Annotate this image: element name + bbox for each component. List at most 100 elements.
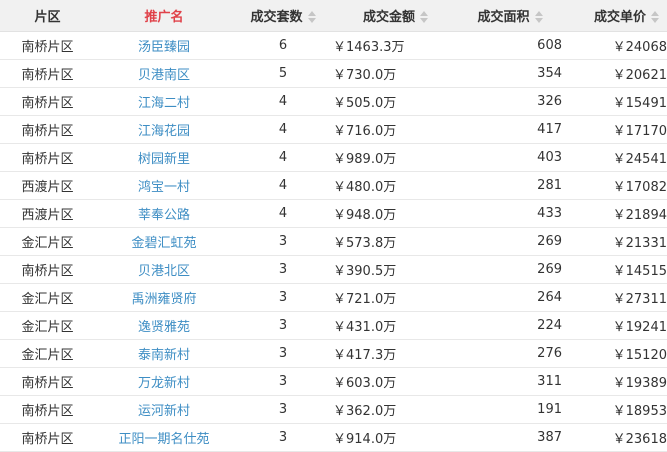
cell-area: 224 (458, 311, 562, 340)
transactions-table: 片区 推广名 成交套数 成交金额 成交面积 成交单价 南桥片区 汤臣臻园 6 ￥146… (0, 0, 667, 452)
cell-amount: ￥362.0万 (333, 395, 458, 424)
table-row: 南桥片区 树园新里 4 ￥989.0万 403 ￥24541 (0, 143, 667, 172)
table-row: 南桥片区 万龙新村 3 ￥603.0万 311 ￥19389 (0, 367, 667, 396)
community-link[interactable]: 正阳一期名仕苑 (118, 432, 209, 447)
cell-price: ￥24068 (562, 31, 667, 60)
column-header-district: 片区 (0, 0, 95, 31)
cell-count: 4 (233, 199, 333, 228)
cell-area: 276 (458, 339, 562, 368)
cell-price: ￥15120 (562, 339, 667, 368)
cell-name: 贝港南区 (95, 59, 233, 88)
cell-area: 264 (458, 283, 562, 312)
cell-name: 泰南新村 (95, 339, 233, 368)
community-link[interactable]: 禹洲雍贤府 (131, 292, 196, 307)
sort-arrows-icon[interactable] (420, 11, 428, 24)
cell-name: 汤臣臻园 (95, 31, 233, 60)
cell-count: 3 (233, 311, 333, 340)
cell-district: 西渡片区 (0, 199, 95, 228)
cell-area: 387 (458, 423, 562, 452)
cell-amount: ￥390.5万 (333, 255, 458, 284)
cell-area: 354 (458, 59, 562, 88)
cell-count: 4 (233, 87, 333, 116)
cell-area: 433 (458, 199, 562, 228)
cell-district: 南桥片区 (0, 423, 95, 452)
cell-count: 3 (233, 395, 333, 424)
cell-price: ￥14515 (562, 255, 667, 284)
cell-amount: ￥989.0万 (333, 143, 458, 172)
table-row: 南桥片区 汤臣臻园 6 ￥1463.3万 608 ￥24068 (0, 31, 667, 60)
cell-area: 191 (458, 395, 562, 424)
table-row: 西渡片区 鸿宝一村 4 ￥480.0万 281 ￥17082 (0, 171, 667, 200)
cell-area: 281 (458, 171, 562, 200)
cell-name: 江海花园 (95, 115, 233, 144)
sort-arrows-icon[interactable] (534, 11, 543, 24)
cell-count: 6 (233, 31, 333, 60)
community-link[interactable]: 泰南新村 (138, 348, 190, 363)
cell-count: 4 (233, 143, 333, 172)
cell-area: 269 (458, 227, 562, 256)
cell-count: 3 (233, 255, 333, 284)
community-link[interactable]: 鸿宝一村 (138, 180, 190, 195)
cell-area: 311 (458, 367, 562, 396)
cell-name: 贝港北区 (95, 255, 233, 284)
cell-amount: ￥505.0万 (333, 87, 458, 116)
column-header-name-label: 推广名 (144, 9, 184, 25)
column-header-amount-label: 成交金额 (362, 9, 415, 25)
cell-count: 3 (233, 227, 333, 256)
community-link[interactable]: 汤臣臻园 (138, 40, 190, 55)
cell-price: ￥24541 (562, 143, 667, 172)
table-row: 南桥片区 运河新村 3 ￥362.0万 191 ￥18953 (0, 395, 667, 424)
community-link[interactable]: 万龙新村 (138, 376, 190, 391)
column-header-amount[interactable]: 成交金额 (333, 0, 458, 31)
column-header-price-label: 成交单价 (593, 9, 646, 25)
cell-district: 南桥片区 (0, 143, 95, 172)
community-link[interactable]: 江海二村 (138, 96, 190, 111)
cell-amount: ￥730.0万 (333, 59, 458, 88)
cell-amount: ￥716.0万 (333, 115, 458, 144)
column-header-area[interactable]: 成交面积 (458, 0, 562, 31)
cell-name: 鸿宝一村 (95, 171, 233, 200)
sort-arrows-icon[interactable] (307, 11, 316, 24)
community-link[interactable]: 运河新村 (138, 404, 190, 419)
cell-name: 金碧汇虹苑 (95, 227, 233, 256)
community-link[interactable]: 逸贤雅苑 (138, 320, 190, 335)
cell-count: 4 (233, 115, 333, 144)
cell-price: ￥19241 (562, 311, 667, 340)
table-row: 南桥片区 江海花园 4 ￥716.0万 417 ￥17170 (0, 115, 667, 144)
cell-amount: ￥1463.3万 (333, 31, 458, 60)
community-link[interactable]: 树园新里 (138, 152, 190, 167)
community-link[interactable]: 莘奉公路 (138, 208, 190, 223)
cell-price: ￥21894 (562, 199, 667, 228)
column-header-price[interactable]: 成交单价 (562, 0, 667, 31)
cell-price: ￥19389 (562, 367, 667, 396)
table-row: 南桥片区 贝港南区 5 ￥730.0万 354 ￥20621 (0, 59, 667, 88)
community-link[interactable]: 金碧汇虹苑 (131, 236, 196, 251)
cell-amount: ￥914.0万 (333, 423, 458, 452)
cell-district: 金汇片区 (0, 311, 95, 340)
community-link[interactable]: 贝港南区 (138, 68, 190, 83)
table-row: 南桥片区 贝港北区 3 ￥390.5万 269 ￥14515 (0, 255, 667, 284)
cell-name: 莘奉公路 (95, 199, 233, 228)
cell-count: 3 (233, 367, 333, 396)
cell-district: 南桥片区 (0, 115, 95, 144)
cell-price: ￥17170 (562, 115, 667, 144)
cell-price: ￥17082 (562, 171, 667, 200)
community-link[interactable]: 贝港北区 (138, 264, 190, 279)
table-row: 金汇片区 禹洲雍贤府 3 ￥721.0万 264 ￥27311 (0, 283, 667, 312)
cell-count: 5 (233, 59, 333, 88)
cell-district: 南桥片区 (0, 395, 95, 424)
cell-price: ￥23618 (562, 423, 667, 452)
column-header-name[interactable]: 推广名 (95, 0, 233, 31)
cell-amount: ￥721.0万 (333, 283, 458, 312)
column-header-count[interactable]: 成交套数 (233, 0, 333, 31)
community-link[interactable]: 江海花园 (138, 124, 190, 139)
table-row: 金汇片区 逸贤雅苑 3 ￥431.0万 224 ￥19241 (0, 311, 667, 340)
sort-arrows-icon[interactable] (651, 11, 659, 24)
cell-price: ￥18953 (562, 395, 667, 424)
table-row: 金汇片区 泰南新村 3 ￥417.3万 276 ￥15120 (0, 339, 667, 368)
table-header: 片区 推广名 成交套数 成交金额 成交面积 成交单价 (0, 0, 667, 31)
cell-district: 金汇片区 (0, 339, 95, 368)
column-header-district-label: 片区 (34, 9, 61, 25)
cell-district: 南桥片区 (0, 367, 95, 396)
cell-name: 禹洲雍贤府 (95, 283, 233, 312)
